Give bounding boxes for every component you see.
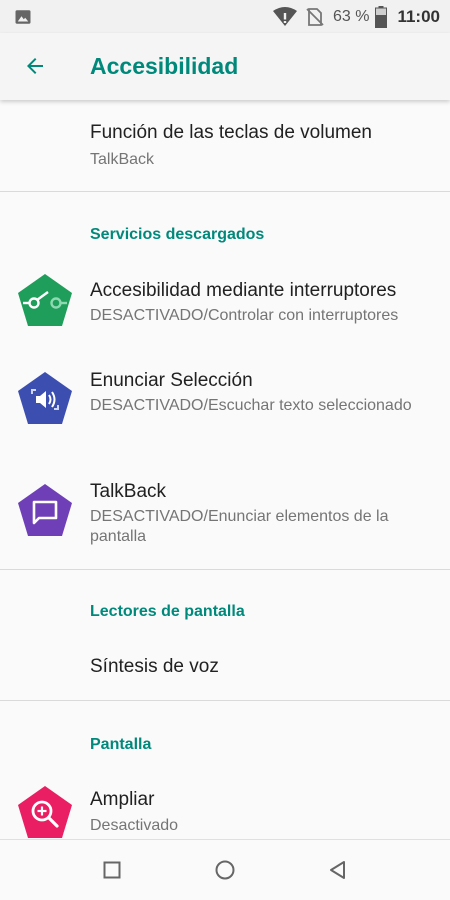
app-bar: Accesibilidad <box>0 33 450 100</box>
item-subtitle: DESACTIVADO/Escuchar texto seleccionado <box>90 397 412 414</box>
divider <box>0 191 450 192</box>
list-item-volume-keys[interactable]: Función de las teclas de volumen TalkBac… <box>0 100 450 191</box>
section-header-screen-readers: Lectores de pantalla <box>90 603 245 620</box>
list-item-talkback[interactable]: TalkBack DESACTIVADO/Enunciar elementos … <box>0 460 450 570</box>
image-icon <box>14 8 32 31</box>
list-item-magnification[interactable]: Ampliar Desactivado <box>0 770 450 840</box>
navigation-bar <box>0 839 450 900</box>
home-icon <box>215 860 235 880</box>
status-right: 63 % 11:00 <box>272 0 440 33</box>
battery-icon <box>375 5 388 28</box>
item-title: Función de las teclas de volumen <box>90 122 372 143</box>
screen: 63 % 11:00 Accesibilidad Función de las … <box>0 0 450 900</box>
list-item-tts[interactable]: Síntesis de voz <box>0 635 450 700</box>
arrow-back-icon <box>27 58 43 74</box>
back-nav-button[interactable] <box>318 850 358 890</box>
item-subtitle: Desactivado <box>90 817 179 834</box>
home-button[interactable] <box>205 850 245 890</box>
magnification-icon <box>18 786 72 838</box>
wifi-icon <box>272 6 297 27</box>
section-header-display: Pantalla <box>90 736 152 753</box>
item-subtitle: DESACTIVADO/Enunciar elementos de la pan… <box>90 508 389 545</box>
item-subtitle: TalkBack <box>90 151 155 168</box>
item-title: TalkBack <box>90 481 167 502</box>
recents-icon <box>103 861 121 879</box>
item-subtitle: DESACTIVADO/Controlar con interruptores <box>90 307 399 324</box>
select-to-speak-icon <box>18 372 72 424</box>
switch-access-icon <box>18 274 72 326</box>
back-button[interactable] <box>12 43 58 89</box>
settings-list[interactable]: Función de las teclas de volumen TalkBac… <box>0 100 450 840</box>
item-title: Enunciar Selección <box>90 370 253 391</box>
recents-button[interactable] <box>92 850 132 890</box>
battery-percentage: 63 % <box>332 7 370 25</box>
divider <box>0 569 450 570</box>
item-title: Síntesis de voz <box>90 656 219 677</box>
divider <box>0 700 450 701</box>
back-triangle-icon <box>330 861 345 879</box>
no-sim-icon <box>305 7 325 27</box>
section-header-downloaded: Servicios descargados <box>90 226 265 243</box>
list-item-switch-access[interactable]: Accesibilidad mediante interruptores DES… <box>0 260 450 350</box>
talkback-icon <box>18 484 72 536</box>
status-bar: 63 % 11:00 <box>0 0 450 33</box>
list-item-select-to-speak[interactable]: Enunciar Selección DESACTIVADO/Escuchar … <box>0 350 450 460</box>
clock: 11:00 <box>397 6 440 26</box>
page-title: Accesibilidad <box>90 53 239 79</box>
item-title: Accesibilidad mediante interruptores <box>90 280 397 301</box>
item-title: Ampliar <box>90 789 155 810</box>
